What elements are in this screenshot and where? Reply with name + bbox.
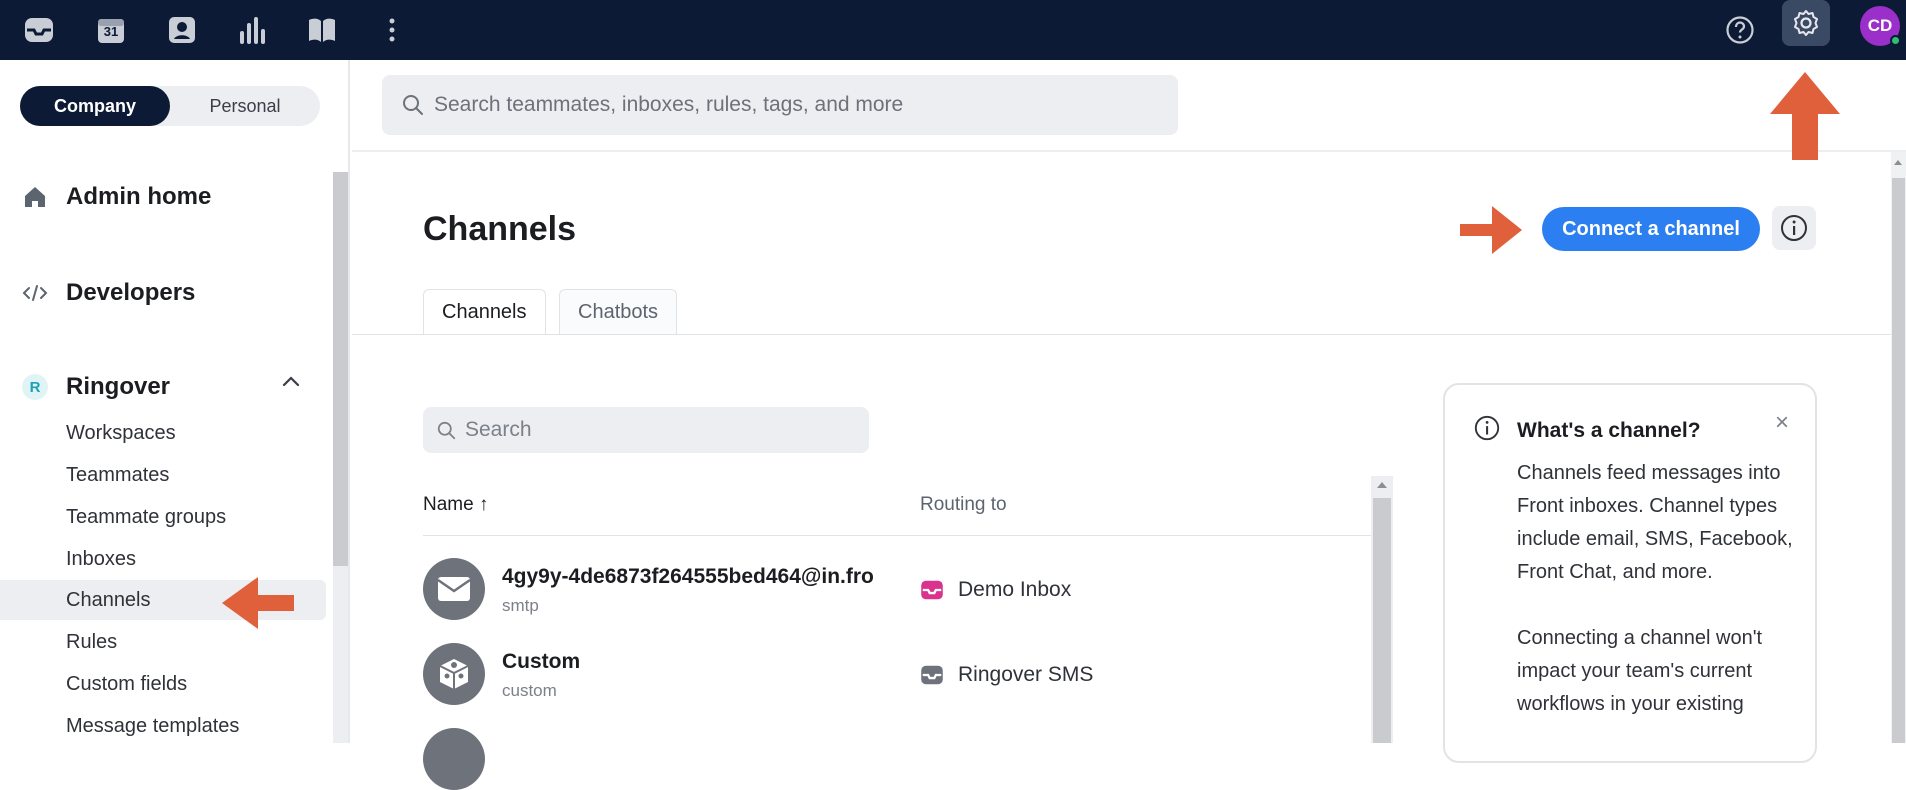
info-button[interactable] (1772, 206, 1816, 250)
sidebar-item-workspaces[interactable]: Workspaces (0, 413, 326, 453)
global-search-input[interactable]: Search teammates, inboxes, rules, tags, … (382, 75, 1178, 135)
channel-icon (423, 728, 485, 790)
info-icon (1781, 215, 1807, 241)
nav-developers[interactable]: Developers (22, 273, 195, 313)
page-scrollbar-thumb[interactable] (1892, 178, 1905, 743)
table-row-routing-label: Ringover SMS (958, 663, 1094, 686)
info-card-body: Channels feed messages into Front inboxe… (1517, 457, 1802, 754)
avatar-initials: CD (1867, 16, 1893, 35)
table-row-type: custom (502, 681, 557, 700)
tab-chatbots[interactable]: Chatbots (559, 289, 678, 335)
tabs-divider (352, 334, 1906, 335)
annotation-arrow-left-icon (222, 577, 294, 629)
table-header-divider (423, 535, 1371, 536)
nav-admin-home[interactable]: Admin home (22, 177, 211, 217)
close-icon[interactable]: × (1775, 411, 1789, 435)
connect-channel-button[interactable]: Connect a channel (1542, 207, 1760, 251)
table-row-name[interactable]: 4gy9y-4de6873f264555bed464@in.fro (502, 565, 874, 589)
sidebar-scrollbar-thumb[interactable] (333, 172, 348, 566)
company-personal-toggle: Company Personal (20, 86, 320, 126)
toggle-personal[interactable]: Personal (170, 86, 320, 126)
table-row-name[interactable]: Custom (502, 650, 580, 674)
knowledge-base-icon[interactable] (300, 8, 344, 52)
sidebar-scrollbar[interactable] (333, 172, 348, 743)
nav-admin-home-label: Admin home (66, 183, 212, 210)
scroll-up-arrow-icon[interactable] (1894, 160, 1902, 165)
contacts-icon[interactable] (160, 8, 204, 52)
channel-search-placeholder: Search (465, 418, 532, 441)
page-scrollbar[interactable] (1891, 152, 1906, 743)
nav-developers-label: Developers (66, 279, 196, 306)
inbox-icon[interactable] (17, 8, 61, 52)
avatar[interactable]: CD (1860, 6, 1901, 46)
settings-icon[interactable] (1782, 0, 1830, 46)
home-icon (22, 184, 48, 210)
nav-workspace-ringover[interactable]: R Ringover (22, 367, 170, 407)
chevron-up-icon[interactable] (282, 374, 300, 392)
info-card: What's a channel? × Channels feed messag… (1443, 383, 1817, 763)
online-status-dot (1890, 35, 1901, 46)
info-card-paragraph: Connecting a channel won't impact your t… (1517, 627, 1763, 715)
more-icon[interactable] (370, 8, 414, 52)
code-icon (22, 280, 48, 306)
annotation-arrow-up-icon (1770, 72, 1840, 160)
toggle-company[interactable]: Company (20, 86, 170, 126)
help-icon[interactable] (1718, 8, 1762, 52)
inbox-icon (920, 665, 944, 685)
global-search-placeholder: Search teammates, inboxes, rules, tags, … (434, 93, 904, 116)
channel-search-input[interactable]: Search (423, 407, 869, 453)
sidebar-item-message-templates[interactable]: Message templates (0, 706, 326, 746)
scroll-up-arrow-icon[interactable] (1377, 482, 1387, 488)
email-channel-icon (423, 558, 485, 620)
table-row-type: smtp (502, 596, 539, 615)
annotation-arrow-right-icon (1460, 206, 1522, 254)
header-divider (352, 150, 1906, 152)
info-card-paragraph: Channels feed messages into Front inboxe… (1517, 462, 1793, 583)
info-card-title: What's a channel? (1517, 419, 1701, 442)
calendar-day: 31 (103, 24, 119, 39)
custom-channel-icon (423, 643, 485, 705)
top-navigation-bar: 31 CD (0, 0, 1906, 60)
tab-channels[interactable]: Channels (423, 289, 546, 335)
analytics-icon[interactable] (230, 8, 274, 52)
table-row-routing[interactable]: Ringover SMS (920, 663, 1093, 687)
inbox-icon (920, 580, 944, 600)
workspace-badge: R (22, 374, 48, 400)
search-icon (402, 94, 424, 122)
sidebar: Company Personal Admin home Developers R… (0, 60, 350, 743)
column-header-name[interactable]: Name ↑ (423, 494, 488, 516)
workspace-name: Ringover (66, 373, 171, 400)
sidebar-item-custom-fields[interactable]: Custom fields (0, 664, 326, 704)
table-row-routing[interactable]: Demo Inbox (920, 578, 1071, 602)
column-header-routing: Routing to (920, 494, 1007, 515)
info-icon (1473, 414, 1501, 447)
table-row-routing-label: Demo Inbox (958, 578, 1072, 601)
list-scrollbar-thumb[interactable] (1373, 498, 1391, 743)
sidebar-item-inboxes[interactable]: Inboxes (0, 539, 326, 579)
calendar-icon[interactable]: 31 (89, 8, 133, 52)
sidebar-item-teammate-groups[interactable]: Teammate groups (0, 497, 326, 537)
sidebar-item-teammates[interactable]: Teammates (0, 455, 326, 495)
list-scrollbar[interactable] (1371, 476, 1393, 743)
page-title: Channels (423, 210, 577, 248)
search-icon (437, 421, 456, 446)
